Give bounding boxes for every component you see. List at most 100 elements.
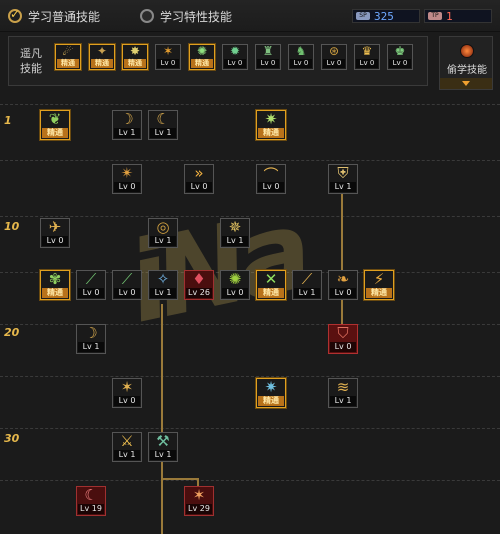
- tab-special-skills[interactable]: 学习特性技能: [140, 6, 232, 26]
- check-icon: [8, 7, 22, 23]
- skill-level-badge: Lv 1: [78, 342, 104, 352]
- skill-slot[interactable]: ❦ 精通: [40, 110, 70, 140]
- skill-slot[interactable]: ⚒ Lv 1: [148, 432, 178, 462]
- skill-glyph-icon: ⊛: [328, 46, 340, 58]
- skill-slot[interactable]: ♞ Lv 0: [288, 44, 314, 70]
- tab-normal-skills[interactable]: 学习普通技能: [8, 6, 100, 26]
- row-divider: [0, 104, 500, 105]
- skill-slot[interactable]: ✾ 精通: [40, 270, 70, 300]
- skill-slot[interactable]: ✹ Lv 0: [222, 44, 248, 70]
- skill-glyph-icon: ✈: [48, 220, 62, 236]
- skill-slot[interactable]: ⟋ Lv 1: [292, 270, 322, 300]
- skill-level-badge: Lv 0: [42, 236, 68, 246]
- skill-glyph-icon: ⟋: [85, 272, 97, 288]
- skill-glyph-icon: ≋: [336, 380, 350, 396]
- skill-slot[interactable]: ✷ 精通: [256, 378, 286, 408]
- skill-glyph-icon: ✧: [156, 272, 170, 288]
- skill-icon: ⊛: [323, 46, 345, 60]
- skill-slot[interactable]: ☄ 精通: [55, 44, 81, 70]
- row-divider: [0, 480, 500, 481]
- skill-slot[interactable]: ✺ 精通: [189, 44, 215, 70]
- tp-value: 1: [446, 9, 453, 23]
- skill-slot[interactable]: ☽ Lv 1: [112, 110, 142, 140]
- skill-slot[interactable]: » Lv 0: [184, 164, 214, 194]
- skill-glyph-icon: ✦: [96, 46, 108, 58]
- skill-level-badge: Lv 1: [150, 288, 176, 298]
- skill-slot[interactable]: ✸ 精通: [122, 44, 148, 70]
- quick-skill-label-line1: 遥凡: [20, 47, 42, 60]
- skill-slot[interactable]: ✴ Lv 0: [112, 164, 142, 194]
- skill-level-badge: Lv 0: [114, 288, 140, 298]
- skill-level-badge: Lv 0: [258, 182, 284, 192]
- skill-slot[interactable]: ✶ Lv 29: [184, 486, 214, 516]
- skill-slot[interactable]: ✷ 精通: [256, 110, 286, 140]
- skill-slot[interactable]: ✶ Lv 0: [155, 44, 181, 70]
- skill-glyph-icon: ✕: [264, 272, 278, 288]
- skill-slot[interactable]: ♛ Lv 0: [354, 44, 380, 70]
- skill-level-badge: Lv 0: [78, 288, 104, 298]
- skill-glyph-icon: ⚒: [156, 434, 170, 450]
- tab-special-label: 学习特性技能: [160, 9, 233, 24]
- skill-level-badge: 精通: [258, 128, 284, 138]
- skill-slot[interactable]: ⚔ Lv 1: [112, 432, 142, 462]
- level-marker: 10: [4, 220, 20, 233]
- skill-slot[interactable]: ☾ Lv 1: [148, 110, 178, 140]
- skill-slot[interactable]: ⟋ Lv 0: [112, 270, 142, 300]
- skill-slot[interactable]: ✈ Lv 0: [40, 218, 70, 248]
- skill-level-badge: Lv 1: [222, 236, 248, 246]
- skill-glyph-icon: ❧: [336, 272, 350, 288]
- skill-slot[interactable]: ⛨ Lv 1: [328, 164, 358, 194]
- skill-slot[interactable]: ⊛ Lv 0: [321, 44, 347, 70]
- skill-glyph-icon: ⟋: [301, 272, 313, 288]
- skill-glyph-icon: »: [194, 166, 204, 182]
- skill-glyph-icon: ☽: [84, 326, 98, 342]
- quick-skill-label: 遥凡 技能: [13, 46, 49, 76]
- skill-slot[interactable]: ✶ Lv 0: [112, 378, 142, 408]
- skill-slot[interactable]: ✕ 精通: [256, 270, 286, 300]
- skill-slot[interactable]: ✺ Lv 0: [220, 270, 250, 300]
- skill-level-badge: Lv 1: [150, 128, 176, 138]
- skill-level-badge: Lv 0: [224, 59, 246, 68]
- skill-level-badge: Lv 1: [330, 182, 356, 192]
- tree-connector: [341, 184, 343, 326]
- skill-slot[interactable]: ✦ 精通: [89, 44, 115, 70]
- skill-glyph-icon: ✸: [129, 46, 141, 58]
- skill-slot[interactable]: ♦ Lv 26: [184, 270, 214, 300]
- skill-level-badge: Lv 0: [157, 59, 179, 68]
- skill-slot[interactable]: ⛉ Lv 0: [328, 324, 358, 354]
- skill-icon: ♜: [257, 46, 279, 60]
- tree-connector: [161, 478, 197, 480]
- steal-skill-button[interactable]: 偷学技能: [439, 36, 493, 90]
- skill-slot[interactable]: ⚡ 精通: [364, 270, 394, 300]
- skill-slot[interactable]: ☾ Lv 19: [76, 486, 106, 516]
- skill-level-badge: 精通: [42, 128, 68, 138]
- skill-level-badge: 精通: [366, 288, 392, 298]
- skill-slot[interactable]: ♚ Lv 0: [387, 44, 413, 70]
- skill-slot[interactable]: ❧ Lv 0: [328, 270, 358, 300]
- tp-counter: TP 1: [424, 9, 492, 23]
- skill-slot[interactable]: ⌒ Lv 0: [256, 164, 286, 194]
- skill-slot[interactable]: ✧ Lv 1: [148, 270, 178, 300]
- quick-skill-panel: 遥凡 技能 ☄ 精通 ✦ 精通 ✸ 精通 ✶ Lv 0 ✺ 精通 ✹ Lv 0 ♜ Lv 0 ♞ Lv 0 ⊛ L…: [8, 36, 428, 86]
- skill-slot[interactable]: ✵ Lv 1: [220, 218, 250, 248]
- skill-glyph-icon: ♞: [295, 46, 307, 58]
- row-divider: [0, 376, 500, 377]
- dropdown-arrow-icon[interactable]: [440, 78, 492, 89]
- skill-level-badge: Lv 1: [330, 396, 356, 406]
- skill-level-badge: 精通: [124, 59, 146, 68]
- skill-slot[interactable]: ♜ Lv 0: [255, 44, 281, 70]
- skill-level-badge: Lv 0: [114, 182, 140, 192]
- tp-tag: TP: [428, 12, 442, 20]
- skill-glyph-icon: ✵: [228, 220, 242, 236]
- skill-glyph-icon: ◎: [156, 220, 170, 236]
- skill-slot[interactable]: ≋ Lv 1: [328, 378, 358, 408]
- skill-slot[interactable]: ◎ Lv 1: [148, 218, 178, 248]
- skill-level-badge: Lv 1: [114, 450, 140, 460]
- skill-glyph-icon: ♦: [192, 272, 206, 288]
- skill-slot[interactable]: ☽ Lv 1: [76, 324, 106, 354]
- skill-icon: ♛: [356, 46, 378, 60]
- skill-level-badge: 精通: [258, 288, 284, 298]
- skill-glyph-icon: ⚔: [120, 434, 134, 450]
- skill-slot[interactable]: ⟋ Lv 0: [76, 270, 106, 300]
- skill-glyph-icon: ✷: [264, 380, 278, 396]
